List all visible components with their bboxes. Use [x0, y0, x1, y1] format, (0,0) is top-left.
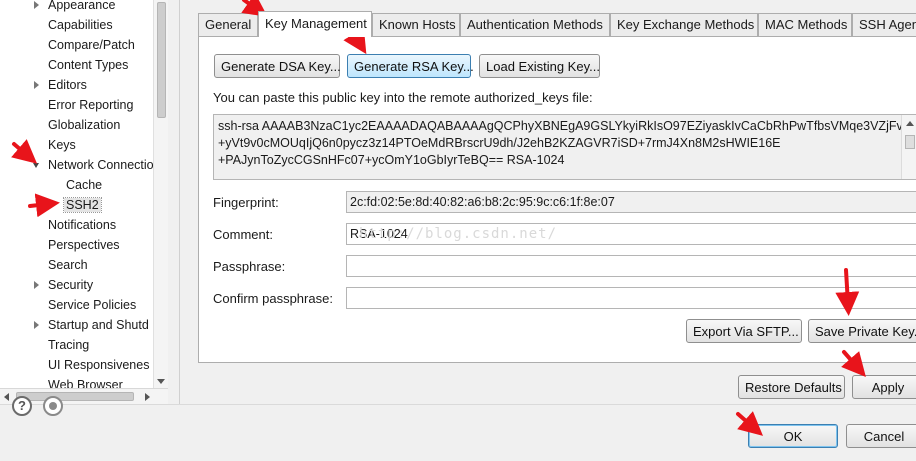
- fingerprint-label: Fingerprint:: [213, 195, 279, 210]
- help-icon[interactable]: ?: [12, 396, 32, 416]
- tree-item[interactable]: SSH2: [63, 195, 102, 215]
- import-export-icon[interactable]: [43, 396, 63, 416]
- tree-item-label: Cache: [66, 178, 103, 192]
- fingerprint-field[interactable]: 2c:fd:02:5e:8d:40:82:a6:b8:2c:95:9c:c6:1…: [346, 191, 916, 213]
- public-key-textarea[interactable]: ssh-rsa AAAAB3NzaC1yc2EAAAADAQABAAAAgQCP…: [213, 114, 916, 180]
- tree-item-label: Search: [48, 258, 88, 272]
- apply-button[interactable]: Apply: [852, 375, 916, 399]
- import-export-icon-dot: [49, 402, 57, 410]
- tab-authentication-methods[interactable]: Authentication Methods: [460, 13, 610, 37]
- tree-item-label: Keys: [48, 138, 76, 152]
- tree-item[interactable]: Error Reporting: [46, 95, 135, 115]
- public-key-scrollbar[interactable]: [901, 115, 916, 179]
- collapse-arrow-icon[interactable]: [34, 281, 39, 289]
- scroll-left-arrow-icon[interactable]: [4, 393, 9, 401]
- preferences-tree[interactable]: Appearance Capabilities Compare/Patch Conte…: [0, 0, 168, 388]
- tree-item-label: Editors: [48, 78, 87, 92]
- tab-key-management[interactable]: Key Management: [258, 11, 372, 37]
- collapse-arrow-icon[interactable]: [34, 321, 39, 329]
- tree-item-label: Startup and Shutd: [48, 318, 149, 332]
- tree-item[interactable]: Network Connectio: [33, 155, 156, 175]
- cancel-button[interactable]: Cancel: [846, 424, 916, 448]
- tree-item-label: Content Types: [48, 58, 129, 72]
- tree-hscroll-thumb[interactable]: [16, 392, 134, 401]
- public-key-line: +PAJynToZycCGSnHFc07+ycOmY1oGbIyrTeBQ== …: [218, 153, 565, 167]
- load-existing-key-button[interactable]: Load Existing Key...: [479, 54, 600, 78]
- scroll-down-arrow-icon[interactable]: [157, 379, 165, 384]
- public-key-line: ssh-rsa AAAAB3NzaC1yc2EAAAADAQABAAAAgQCP…: [218, 119, 903, 133]
- scroll-right-arrow-icon[interactable]: [145, 393, 150, 401]
- generate-rsa-key-button[interactable]: Generate RSA Key...: [347, 54, 474, 78]
- tree-splitter[interactable]: [168, 0, 180, 404]
- tree-item-label: Security: [48, 278, 94, 292]
- tree-item-label: Perspectives: [48, 238, 120, 252]
- tree-item[interactable]: Perspectives: [46, 235, 122, 255]
- scroll-up-arrow-icon[interactable]: [906, 121, 914, 126]
- generate-dsa-key-button[interactable]: Generate DSA Key...: [214, 54, 341, 78]
- tree-item-label: Error Reporting: [48, 98, 134, 112]
- tree-item-label: Capabilities: [48, 18, 113, 32]
- tree-item[interactable]: Service Policies: [46, 295, 138, 315]
- tree-item[interactable]: Startup and Shutd: [34, 315, 151, 335]
- tree-item-label: Appearance: [48, 0, 116, 12]
- tree-item[interactable]: Web Browser: [46, 375, 125, 388]
- tree-item[interactable]: Capabilities: [46, 15, 115, 35]
- tree-vscroll-thumb[interactable]: [157, 2, 166, 118]
- save-private-key-button[interactable]: Save Private Key...: [808, 319, 916, 343]
- tree-item[interactable]: Tracing: [46, 335, 91, 355]
- expand-arrow-icon[interactable]: [33, 163, 39, 168]
- passphrase-label: Passphrase:: [213, 259, 286, 274]
- restore-defaults-button[interactable]: Restore Defaults: [738, 375, 845, 399]
- comment-label: Comment:: [213, 227, 273, 242]
- tree-item[interactable]: Globalization: [46, 115, 122, 135]
- tab-ssh-agent[interactable]: SSH Agen: [852, 13, 916, 37]
- tab-general[interactable]: General: [198, 13, 258, 37]
- tab-bar: General Key Management Known Hosts Authe…: [198, 11, 916, 37]
- paste-hint-label: You can paste this public key into the r…: [213, 90, 593, 105]
- tree-item-label: Compare/Patch: [48, 38, 135, 52]
- tree-item[interactable]: Compare/Patch: [46, 35, 137, 55]
- tree-item-label: Network Connectio: [48, 158, 154, 172]
- tree-item-label: Tracing: [48, 338, 90, 352]
- confirm-passphrase-field[interactable]: [346, 287, 916, 309]
- scrollbar-thumb[interactable]: [905, 135, 915, 149]
- tree-item[interactable]: Search: [46, 255, 90, 275]
- export-via-sftp-button[interactable]: Export Via SFTP...: [686, 319, 802, 343]
- tree-item-label: Globalization: [48, 118, 121, 132]
- tree-item-label: UI Responsivenes: [48, 358, 150, 372]
- watermark-text: http://blog.csdn.net/: [359, 226, 558, 242]
- tree-item-label: SSH2: [63, 197, 102, 213]
- tree-item[interactable]: Content Types: [46, 55, 130, 75]
- tree-item[interactable]: UI Responsivenes: [46, 355, 151, 375]
- collapse-arrow-icon[interactable]: [34, 1, 39, 9]
- tree-item[interactable]: Cache: [64, 175, 104, 195]
- tree-vertical-scrollbar[interactable]: [153, 0, 168, 388]
- tree-item[interactable]: Appearance: [34, 0, 117, 15]
- tree-item[interactable]: Notifications: [46, 215, 118, 235]
- tree-item-label: Service Policies: [48, 298, 137, 312]
- tree-item[interactable]: Keys: [46, 135, 78, 155]
- tree-item[interactable]: Security: [34, 275, 95, 295]
- annotation-arrow-key-management: [241, 0, 268, 17]
- confirm-passphrase-label: Confirm passphrase:: [213, 291, 333, 306]
- tree-item[interactable]: Editors: [34, 75, 89, 95]
- tab-mac-methods[interactable]: MAC Methods: [758, 13, 852, 37]
- collapse-arrow-icon[interactable]: [34, 81, 39, 89]
- tree-item-label: Web Browser: [48, 378, 123, 388]
- ok-button[interactable]: OK: [748, 424, 838, 448]
- passphrase-field[interactable]: [346, 255, 916, 277]
- public-key-line: +yVt9v0cMOUqIjQ6n0pycz3z14PTOeMdRBrscrU9…: [218, 136, 781, 150]
- tab-key-exchange-methods[interactable]: Key Exchange Methods: [610, 13, 758, 37]
- tree-item-label: Notifications: [48, 218, 117, 232]
- tab-known-hosts[interactable]: Known Hosts: [372, 13, 460, 37]
